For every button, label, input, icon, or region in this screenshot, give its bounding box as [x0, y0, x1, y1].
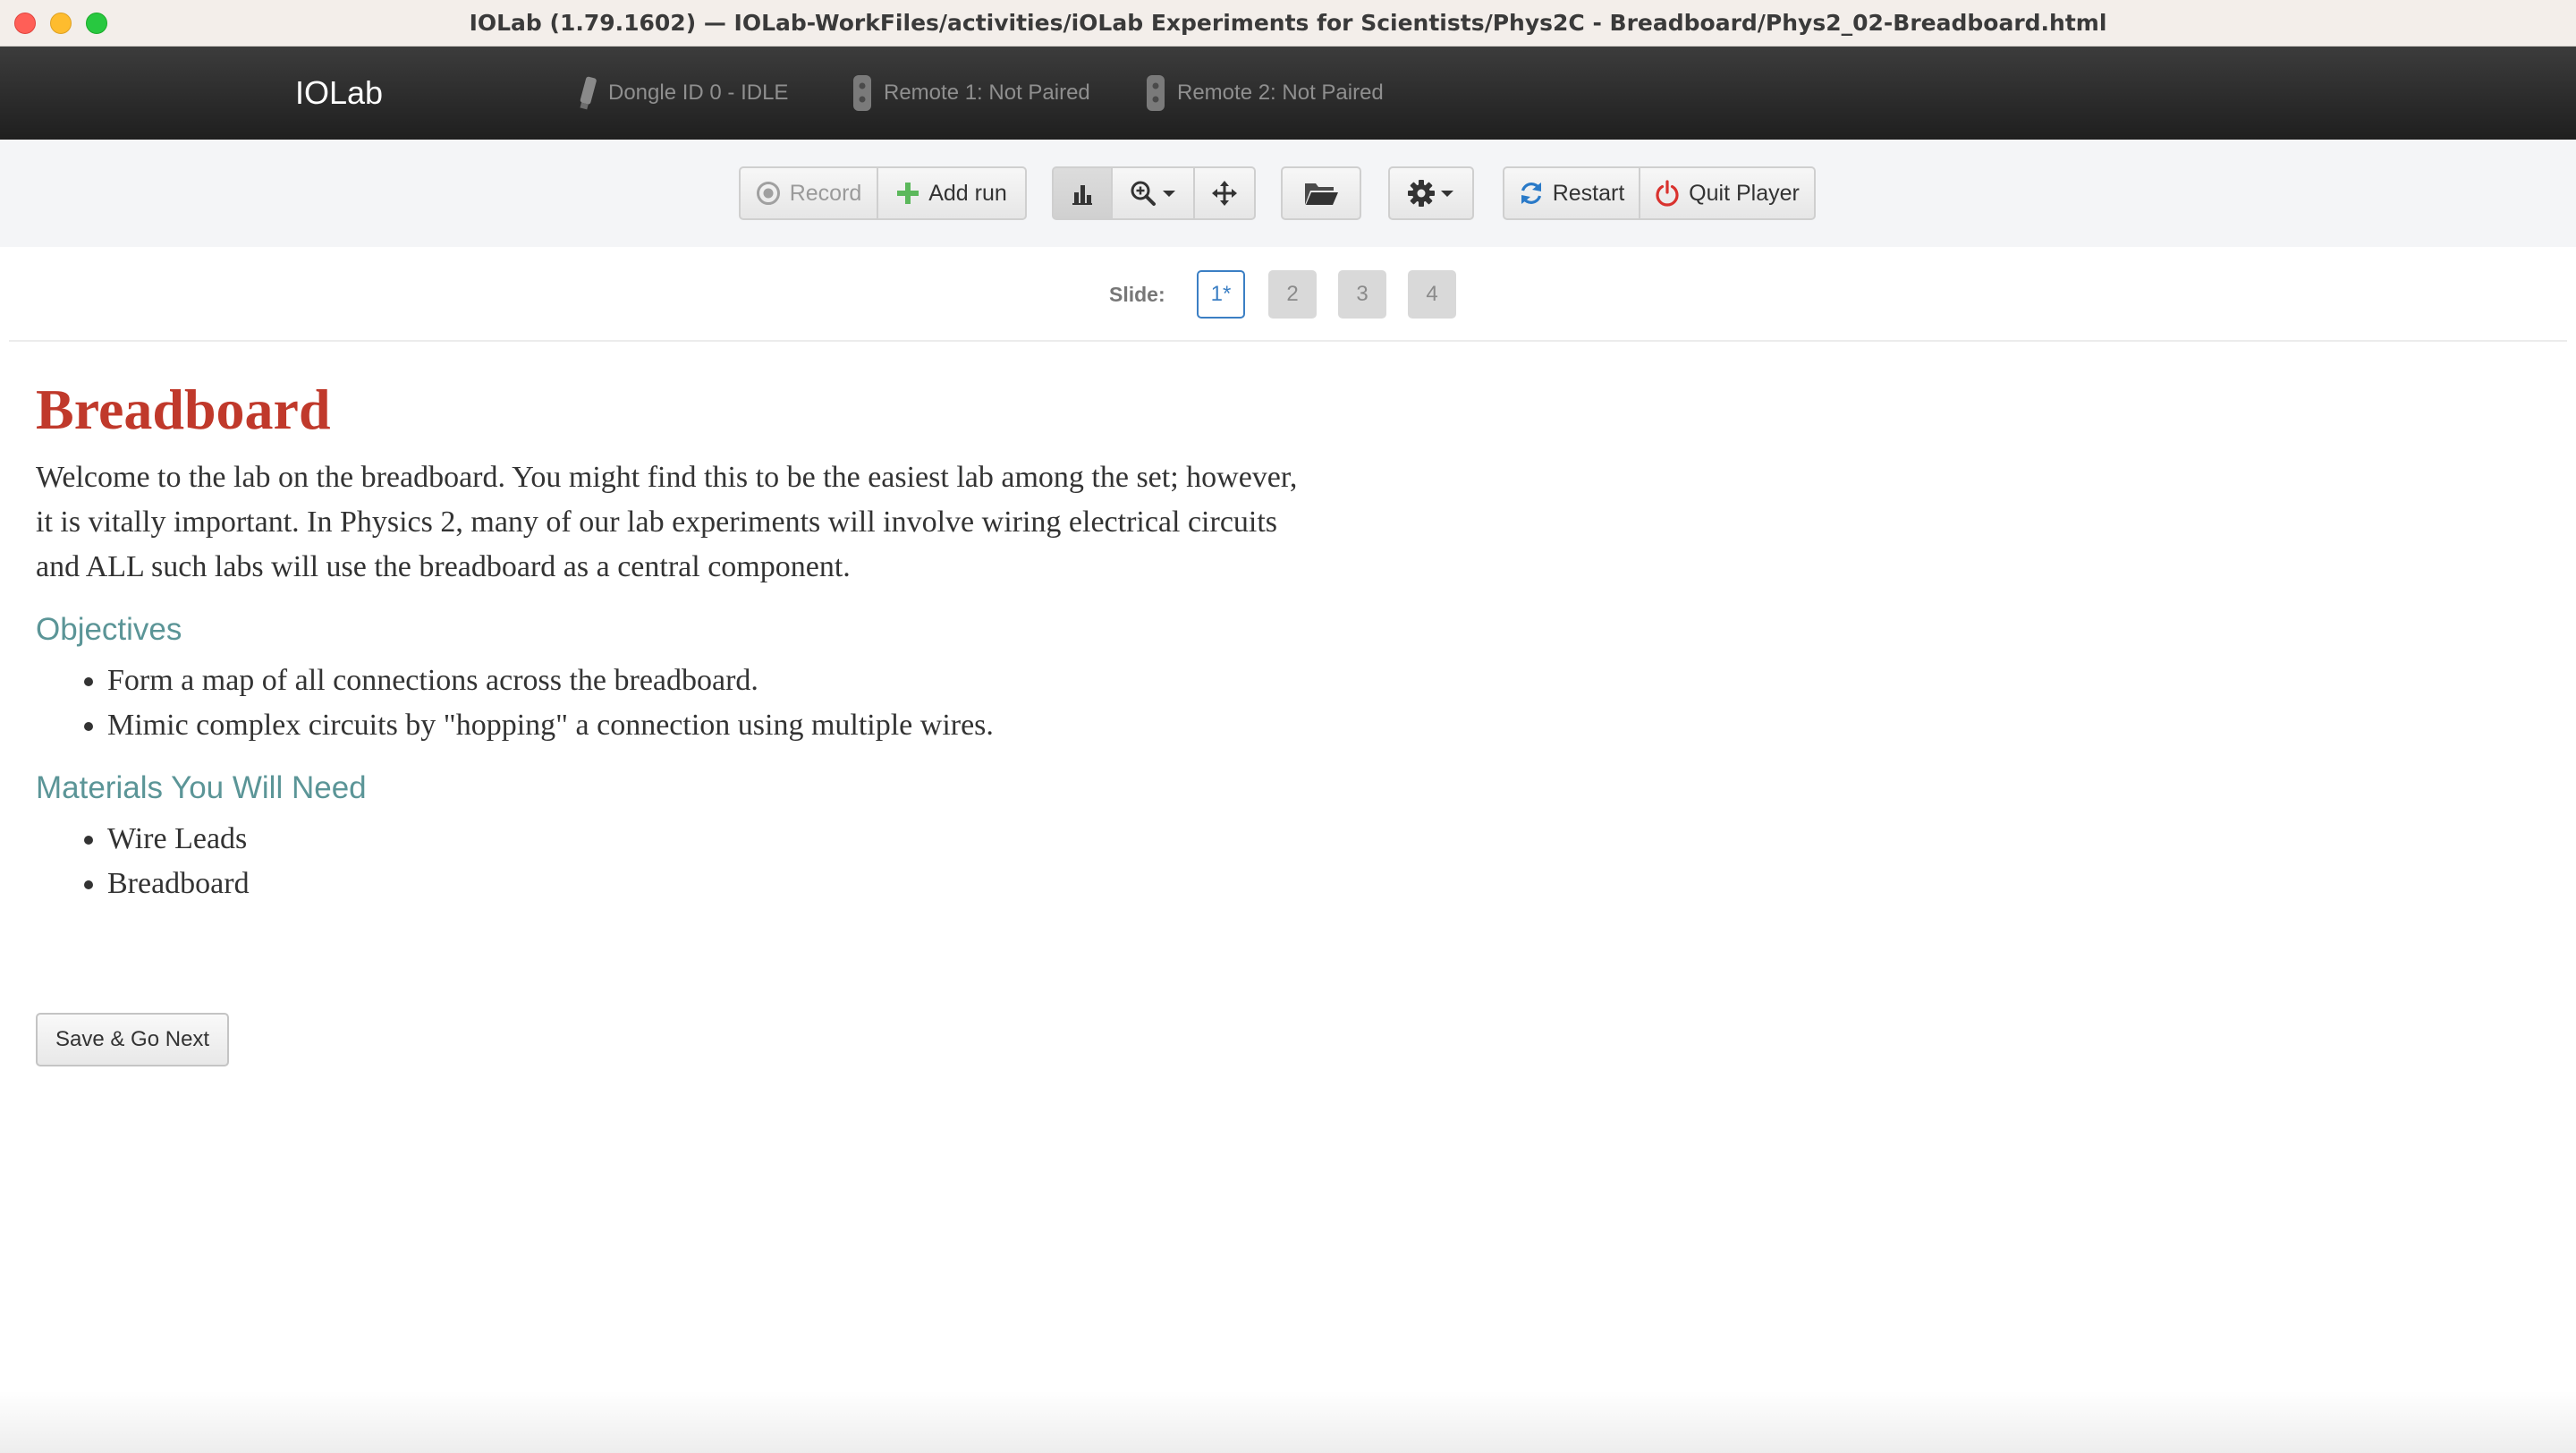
record-label: Record [789, 180, 862, 206]
gear-icon [1408, 180, 1435, 207]
caret-down-icon [1441, 191, 1453, 197]
window-titlebar: IOLab (1.79.1602) — IOLab-WorkFiles/acti… [0, 0, 2576, 47]
window-title: IOLab (1.79.1602) — IOLab-WorkFiles/acti… [469, 10, 2107, 36]
caret-down-icon [1163, 191, 1175, 197]
toolbar: Record Add run Restart Quit Player [0, 140, 2576, 247]
remote1-status: Remote 1: Not Paired [852, 47, 1090, 140]
chart-mode-button[interactable] [1052, 166, 1113, 220]
window-bottom-shadow [0, 1390, 2576, 1453]
open-folder-button[interactable] [1281, 166, 1361, 220]
usb-dongle-icon [580, 76, 597, 110]
dongle-status: Dongle ID 0 - IDLE [578, 47, 788, 140]
objectives-heading: Objectives [36, 611, 182, 647]
remote-device-icon [853, 75, 871, 111]
settings-button-group [1388, 166, 1474, 220]
folder-open-icon [1305, 183, 1338, 205]
file-button-group [1281, 166, 1361, 220]
intro-paragraph: Welcome to the lab on the breadboard. Yo… [36, 460, 1298, 583]
zoom-in-icon [1131, 181, 1156, 206]
remote1-status-text: Remote 1: Not Paired [884, 81, 1090, 105]
dongle-status-text: Dongle ID 0 - IDLE [608, 81, 789, 105]
materials-heading: Materials You Will Need [36, 769, 367, 805]
remote2-status: Remote 2: Not Paired [1145, 47, 1384, 140]
slide-button-1[interactable]: 1* [1197, 270, 1245, 319]
power-icon [1656, 180, 1679, 207]
zoom-dropdown-button[interactable] [1113, 166, 1195, 220]
slide-button-3[interactable]: 3 [1338, 270, 1386, 319]
record-button-group: Record Add run [739, 166, 1027, 220]
refresh-icon [1521, 183, 1541, 204]
add-run-button[interactable]: Add run [878, 166, 1027, 220]
remote-device-icon [1147, 75, 1165, 111]
record-icon [756, 182, 780, 205]
record-button[interactable]: Record [739, 166, 878, 220]
quit-player-button[interactable]: Quit Player [1640, 166, 1816, 220]
move-arrows-icon [1212, 181, 1237, 206]
restart-button[interactable]: Restart [1503, 166, 1640, 220]
page-title: Breadboard [36, 378, 331, 441]
slide-content: Breadboard Welcome to the lab on the bre… [36, 376, 1306, 906]
bar-chart-icon [1072, 185, 1092, 205]
add-run-label: Add run [928, 180, 1007, 206]
list-item: Form a map of all connections across the… [107, 659, 1306, 703]
save-and-go-next-button[interactable]: Save & Go Next [36, 1013, 230, 1066]
objectives-list: Form a map of all connections across the… [36, 659, 1306, 748]
pan-button[interactable] [1195, 166, 1256, 220]
app-brand: IOLab [295, 74, 384, 111]
list-item: Mimic complex circuits by "hopping" a co… [107, 703, 1306, 748]
plus-icon [897, 183, 919, 204]
list-item: Wire Leads [107, 817, 1306, 862]
quit-player-label: Quit Player [1689, 180, 1800, 206]
slide-button-4[interactable]: 4 [1408, 270, 1456, 319]
slide-button-2[interactable]: 2 [1268, 270, 1317, 319]
settings-dropdown-button[interactable] [1388, 166, 1474, 220]
slide-label: Slide: [1109, 283, 1165, 306]
slide-selector: Slide: 1* 2 3 4 [9, 247, 2567, 342]
restart-label: Restart [1552, 180, 1625, 206]
remote2-status-text: Remote 2: Not Paired [1177, 81, 1384, 105]
materials-list: Wire Leads Breadboard [36, 817, 1306, 906]
player-button-group: Restart Quit Player [1503, 166, 1816, 220]
app-navbar: IOLab Dongle ID 0 - IDLE Remote 1: Not P… [0, 47, 2576, 140]
list-item: Breadboard [107, 862, 1306, 906]
view-button-group [1052, 166, 1256, 220]
